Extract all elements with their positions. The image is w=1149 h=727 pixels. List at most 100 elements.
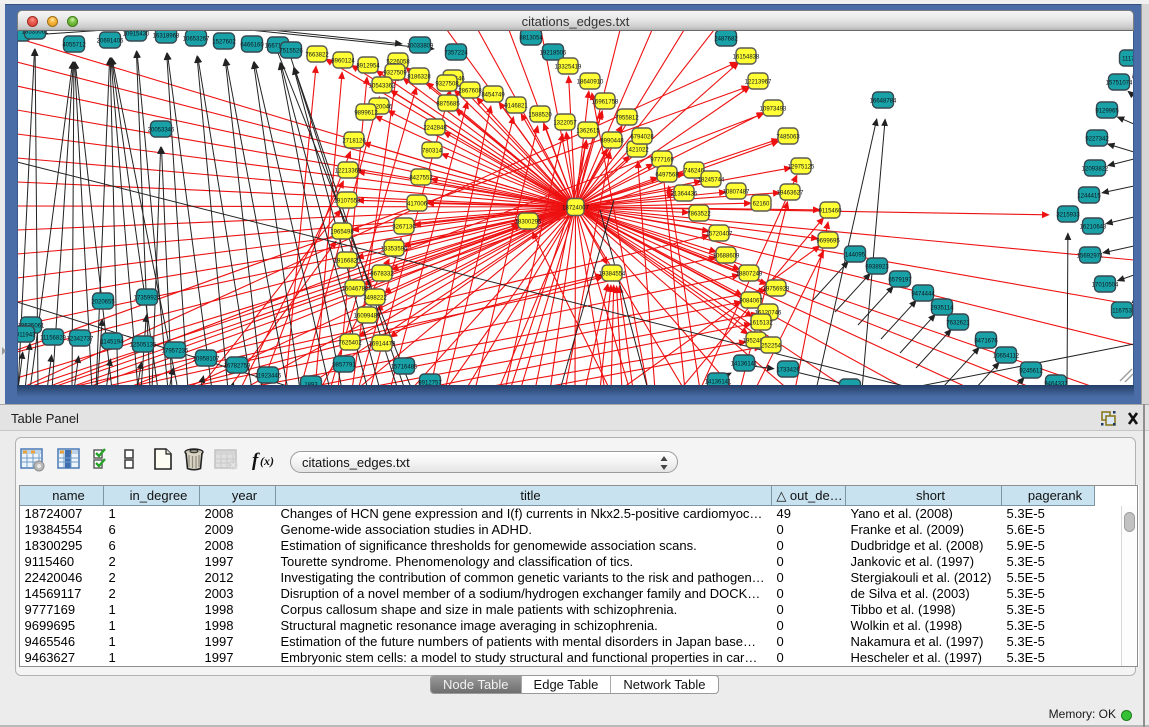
svg-text:1145194: 1145194 [101, 339, 125, 345]
svg-text:12505135: 12505135 [130, 342, 157, 348]
svg-text:2718126: 2718126 [342, 138, 366, 144]
svg-text:10688609: 10688609 [713, 253, 740, 259]
svg-text:7357224: 7357224 [444, 50, 468, 56]
svg-text:9857791: 9857791 [332, 362, 356, 368]
svg-text:252254: 252254 [761, 343, 782, 349]
svg-text:7485063: 7485063 [776, 134, 800, 140]
svg-text:8912954: 8912954 [356, 63, 380, 69]
svg-text:10807487: 10807487 [723, 189, 750, 195]
svg-text:1893: 1893 [304, 382, 318, 385]
svg-text:10915430: 10915430 [123, 31, 150, 37]
svg-text:2242848: 2242848 [423, 125, 447, 131]
svg-text:19756928: 19756928 [763, 286, 790, 292]
svg-text:8471676: 8471676 [974, 338, 998, 344]
svg-text:8875685: 8875685 [436, 101, 460, 107]
svg-text:17010504: 17010504 [1092, 282, 1119, 288]
svg-text:16782759: 16782759 [224, 363, 251, 369]
svg-text:9327509: 9327509 [383, 70, 407, 76]
svg-text:2020655: 2020655 [91, 299, 115, 305]
svg-text:2487682: 2487682 [714, 36, 738, 42]
svg-text:11923446: 11923446 [255, 373, 282, 379]
svg-text:19463627: 19463627 [777, 190, 804, 196]
svg-text:6579197: 6579197 [888, 277, 912, 283]
svg-text:3267130: 3267130 [392, 224, 416, 230]
svg-text:2867608: 2867608 [458, 88, 482, 94]
svg-text:(x): (x) [260, 454, 274, 468]
svg-text:9146821: 9146821 [504, 103, 528, 109]
svg-text:19384554: 19384554 [599, 271, 626, 277]
svg-text:9777169: 9777169 [650, 157, 674, 163]
svg-text:7663822: 7663822 [305, 52, 329, 58]
svg-text:4055712: 4055712 [62, 42, 86, 48]
svg-text:12093822: 12093822 [1082, 166, 1109, 172]
svg-text:7625402: 7625402 [338, 340, 362, 346]
svg-text:12342737: 12342737 [67, 336, 94, 342]
svg-text:12975125: 12975125 [788, 164, 815, 170]
svg-text:144095: 144095 [845, 252, 866, 258]
svg-text:15692971: 15692971 [1077, 253, 1104, 259]
svg-text:10033809: 10033809 [407, 43, 434, 49]
svg-text:9464337: 9464337 [1044, 381, 1068, 385]
svg-text:3498222: 3498222 [363, 295, 387, 301]
svg-text:10653267: 10653267 [183, 36, 210, 42]
svg-text:8678332: 8678332 [370, 271, 394, 277]
svg-text:6497568: 6497568 [655, 172, 679, 178]
svg-text:16154838: 16154838 [733, 54, 760, 60]
svg-text:19218506: 19218506 [540, 50, 567, 56]
svg-text:16961758: 16961758 [592, 99, 619, 105]
svg-text:15751074: 15751074 [1106, 80, 1133, 86]
svg-text:18807249: 18807249 [736, 271, 763, 277]
svg-text:12213369: 12213369 [335, 168, 362, 174]
svg-text:1965498: 1965498 [330, 229, 354, 235]
svg-text:18300295: 18300295 [515, 219, 542, 225]
svg-text:16099489: 16099489 [354, 313, 381, 319]
svg-text:20691406: 20691406 [97, 38, 124, 44]
svg-text:1244415: 1244415 [1077, 193, 1101, 199]
svg-text:18724007: 18724007 [562, 205, 589, 211]
svg-text:9327508: 9327508 [435, 81, 459, 87]
svg-text:3911943: 3911943 [17, 332, 36, 338]
svg-text:8912757: 8912757 [418, 380, 442, 385]
svg-text:f: f [252, 450, 260, 471]
svg-text:8186328: 8186328 [407, 74, 431, 80]
svg-text:8454749: 8454749 [481, 92, 505, 98]
svg-text:16648784: 16648784 [870, 98, 897, 104]
svg-text:1421022: 1421022 [625, 147, 649, 153]
svg-text:8427552: 8427552 [409, 175, 433, 181]
svg-text:14136141: 14136141 [731, 361, 758, 367]
svg-text:10973493: 10973493 [760, 106, 787, 112]
svg-text:2935114: 2935114 [931, 305, 955, 311]
svg-text:1527602: 1527602 [212, 39, 236, 45]
svg-text:8813054: 8813054 [519, 35, 543, 41]
svg-text:9129965: 9129965 [1095, 108, 1119, 114]
svg-text:9115460: 9115460 [819, 208, 843, 214]
svg-text:8990448: 8990448 [600, 138, 624, 144]
svg-text:9899612: 9899612 [354, 110, 378, 116]
svg-text:1615132: 1615132 [749, 320, 773, 326]
svg-text:780314: 780314 [422, 148, 443, 154]
svg-text:6466160: 6466160 [240, 42, 264, 48]
svg-text:18245744: 18245744 [698, 177, 725, 183]
svg-text:7863522: 7863522 [687, 211, 711, 217]
svg-text:417006: 417006 [407, 201, 428, 207]
svg-text:15716485: 15716485 [391, 364, 418, 370]
svg-text:7955812: 7955812 [615, 115, 639, 121]
svg-text:10958107: 10958107 [193, 356, 220, 362]
svg-text:17359924: 17359924 [134, 295, 161, 301]
svg-text:9084067: 9084067 [739, 298, 763, 304]
svg-text:6794028: 6794028 [630, 134, 654, 140]
svg-text:1322057: 1322057 [553, 120, 577, 126]
svg-text:3215933: 3215933 [1056, 212, 1080, 218]
svg-text:19107553: 19107553 [334, 198, 361, 204]
svg-text:7515526: 7515526 [279, 48, 303, 54]
svg-text:62160: 62160 [753, 201, 770, 207]
svg-text:21364436: 21364436 [671, 191, 698, 197]
svg-text:11172: 11172 [1122, 56, 1134, 62]
svg-text:13325419: 13325419 [555, 64, 582, 70]
svg-text:14136141: 14136141 [705, 379, 732, 385]
svg-text:16914479: 16914479 [369, 341, 396, 347]
svg-text:12213967: 12213967 [745, 79, 772, 85]
svg-text:10543362: 10543362 [369, 83, 396, 89]
svg-text:17957235: 17957235 [162, 348, 189, 354]
svg-text:1362615: 1362615 [576, 128, 600, 134]
